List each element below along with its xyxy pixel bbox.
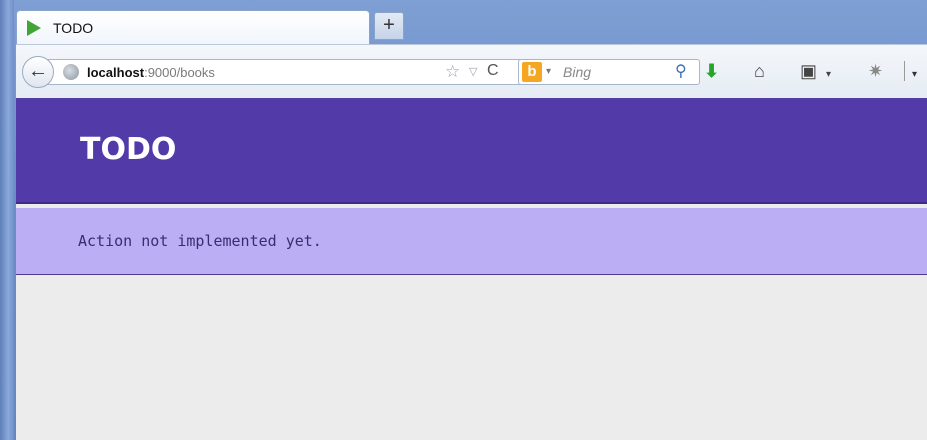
- play-favicon-icon: [27, 20, 41, 36]
- page-title: TODO: [80, 132, 177, 167]
- back-button[interactable]: ←: [22, 56, 54, 88]
- menu-dropdown-icon[interactable]: ▾: [912, 65, 917, 85]
- search-icon[interactable]: ⚲: [675, 61, 687, 81]
- flash-message: Action not implemented yet.: [16, 208, 927, 275]
- download-icon[interactable]: ⬇: [704, 61, 719, 81]
- url-text: localhost:9000/books: [87, 65, 215, 80]
- tab-todo[interactable]: TODO: [16, 10, 370, 44]
- toolbar-separator: [904, 61, 905, 81]
- addon-icon[interactable]: ✷: [868, 61, 883, 81]
- home-icon[interactable]: ⌂: [754, 61, 765, 81]
- page-content: TODO Action not implemented yet.: [16, 98, 927, 440]
- site-identity-icon[interactable]: [63, 64, 79, 80]
- page-header: TODO: [16, 98, 927, 204]
- search-placeholder: Bing: [563, 64, 592, 80]
- navigation-toolbar: localhost:9000/books ☆ ▽ C ← b ▾ Bing ⚲ …: [16, 44, 927, 98]
- bing-logo-icon[interactable]: b: [522, 62, 542, 82]
- search-bar[interactable]: b ▾ Bing ⚲: [518, 59, 700, 85]
- url-history-dropdown-icon[interactable]: ▽: [469, 65, 477, 78]
- bookmark-star-icon[interactable]: ☆: [445, 62, 460, 82]
- url-path: :9000/books: [144, 65, 215, 80]
- search-engine-dropdown-icon[interactable]: ▾: [546, 66, 551, 77]
- window-frame: [0, 0, 14, 440]
- new-tab-button[interactable]: +: [374, 12, 404, 40]
- flash-message-text: Action not implemented yet.: [78, 232, 322, 250]
- browser-window: TODO + localhost:9000/books ☆ ▽ C ← b ▾ …: [0, 0, 927, 440]
- address-bar[interactable]: localhost:9000/books ☆ ▽ C: [46, 59, 524, 85]
- tab-title: TODO: [53, 20, 94, 36]
- bookmarks-dropdown-icon[interactable]: ▾: [826, 65, 831, 85]
- reload-icon[interactable]: C: [487, 62, 499, 80]
- url-host: localhost: [87, 65, 145, 80]
- bookmarks-icon[interactable]: ▣: [800, 61, 817, 81]
